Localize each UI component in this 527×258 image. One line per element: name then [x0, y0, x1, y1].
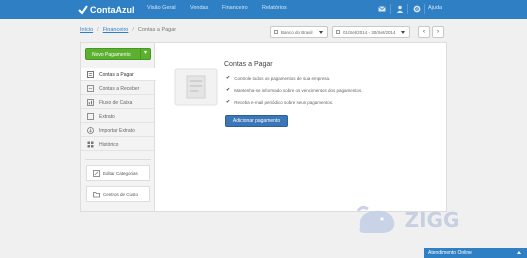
nav-sales[interactable]: Vendas	[190, 5, 208, 11]
sidebar-item-statement[interactable]: Extrato	[81, 110, 155, 123]
nav-financial[interactable]: Financeiro	[222, 5, 248, 11]
new-payment-label: Novo Pagamento	[92, 52, 131, 58]
chevron-down-icon	[401, 31, 405, 34]
sidebar-item-receivables[interactable]: Contas a Receber	[81, 82, 155, 95]
online-support-label: Atendimento Online	[428, 250, 472, 256]
check-icon: ✔	[226, 99, 231, 105]
sidebar-item-cashflow[interactable]: Fluxo de Caixa	[81, 96, 155, 109]
zigg-watermark: ZIGG	[356, 205, 460, 233]
feature-text: Mantenha-se informado sobre os venciment…	[234, 87, 363, 93]
new-payment-dropdown[interactable]: ▾	[140, 49, 150, 59]
online-support-tab[interactable]: Atendimento Online	[424, 248, 527, 258]
breadcrumb: Início / Financeiro / Contas a Pagar	[80, 27, 176, 33]
topbar-divider	[424, 4, 425, 14]
topbar-divider	[390, 4, 391, 14]
previous-period-button[interactable]: ‹	[418, 26, 430, 38]
sidebar-item-label: Fluxo de Caixa	[99, 100, 133, 106]
check-icon: ✔	[226, 87, 231, 93]
import-icon	[87, 127, 94, 134]
top-navigation-bar: ContaAzul Visão Geral Vendas Financeiro …	[0, 0, 527, 19]
folder-icon	[93, 192, 100, 198]
breadcrumb-current: Contas a Pagar	[137, 27, 177, 33]
history-icon	[87, 141, 94, 148]
edit-categories-button[interactable]: Editar Categorias	[86, 165, 150, 181]
feature-item: ✔ Controle todos os pagamentos de sua em…	[226, 75, 330, 81]
chevron-down-icon	[319, 31, 323, 34]
breadcrumb-financial[interactable]: Financeiro	[103, 27, 129, 33]
sidebar-item-history[interactable]: Histórico	[81, 138, 155, 151]
chevron-up-icon	[517, 251, 521, 254]
feature-item: ✔ Receba e-mail periódico sobre seus pag…	[226, 99, 333, 105]
period-select-value: 01/Set/2014 - 30/Set/2014	[343, 30, 396, 35]
sidebar-divider	[85, 159, 151, 160]
feature-text: Controle todos os pagamentos de sua empr…	[234, 75, 331, 81]
sidebar-item-label: Importar Extrato	[99, 128, 135, 134]
sidebar-item-label: Contas a Receber	[99, 86, 140, 92]
sidebar: Novo Pagamento ▾ Contas a Pagar Contas a…	[81, 43, 156, 211]
next-period-button[interactable]: ›	[432, 26, 444, 38]
receivable-icon	[87, 85, 94, 92]
check-icon: ✔	[226, 75, 231, 81]
watermark-text: ZIGG	[405, 208, 460, 232]
logo-text: ContaAzul	[90, 5, 135, 15]
sidebar-item-payables[interactable]: Contas a Pagar	[81, 68, 156, 81]
feature-text: Receba e-mail periódico sobre seus pagam…	[234, 99, 334, 105]
nav-overview[interactable]: Visão Geral	[147, 5, 176, 11]
account-select-value: Banco do Brasil	[281, 30, 313, 35]
period-select[interactable]: 01/Set/2014 - 30/Set/2014	[332, 26, 410, 38]
bank-icon	[274, 30, 278, 34]
cost-centers-button[interactable]: Centros de Custo	[86, 186, 150, 202]
add-payment-button[interactable]: Adicionar pagamento	[225, 115, 288, 127]
breadcrumb-separator: /	[132, 27, 134, 33]
main-panel: Novo Pagamento ▾ Contas a Pagar Contas a…	[80, 42, 447, 212]
cost-centers-label: Centros de Custo	[103, 192, 139, 197]
logo[interactable]: ContaAzul	[78, 4, 135, 16]
feature-item: ✔ Mantenha-se informado sobre os vencime…	[226, 87, 363, 93]
sidebar-item-label: Extrato	[99, 114, 115, 120]
edit-categories-label: Editar Categorias	[103, 171, 138, 176]
mail-icon[interactable]	[378, 5, 386, 13]
nav-reports[interactable]: Relatórios	[262, 5, 287, 11]
page-title: Contas a Pagar	[224, 61, 273, 68]
account-select[interactable]: Banco do Brasil	[270, 26, 328, 38]
user-icon[interactable]	[396, 5, 404, 13]
sidebar-item-import[interactable]: Importar Extrato	[81, 124, 155, 137]
topbar-divider	[407, 4, 408, 14]
breadcrumb-separator: /	[97, 27, 99, 33]
new-payment-button[interactable]: Novo Pagamento ▾	[85, 48, 151, 60]
logo-icon	[78, 5, 88, 15]
calendar-icon	[336, 30, 340, 34]
edit-icon	[93, 170, 100, 177]
list-icon	[87, 71, 94, 78]
gear-icon[interactable]	[413, 5, 421, 13]
cashflow-icon	[87, 99, 94, 106]
sidebar-item-label: Histórico	[99, 142, 119, 148]
sidebar-item-label: Contas a Pagar	[99, 72, 134, 78]
empty-state-illustration	[174, 68, 218, 106]
breadcrumb-home[interactable]: Início	[80, 27, 93, 33]
help-link[interactable]: Ajuda	[428, 5, 442, 11]
statement-icon	[87, 113, 94, 120]
